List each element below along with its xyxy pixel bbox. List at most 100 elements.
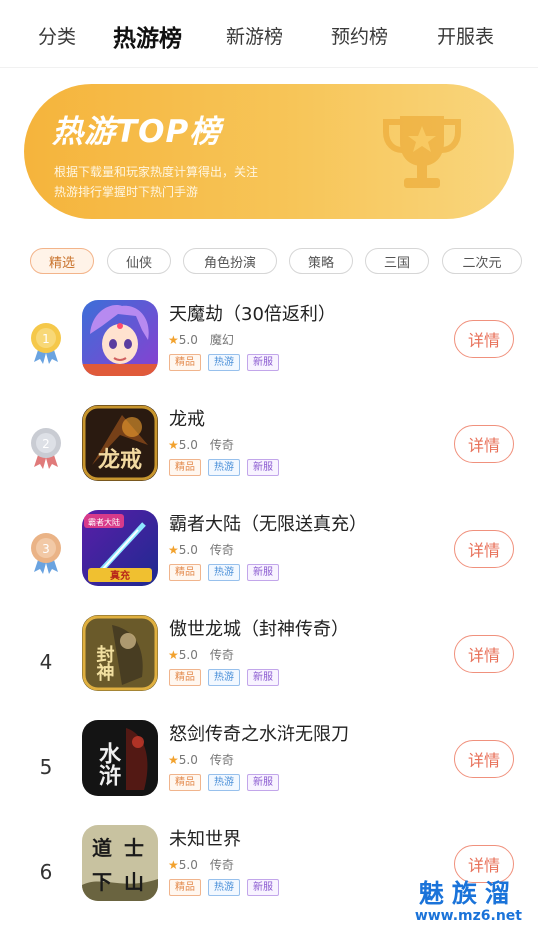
category-chip-row: 精选 仙侠 角色扮演 策略 三国 二次元 bbox=[30, 248, 538, 276]
icon-caption: 下 bbox=[92, 870, 112, 894]
chip-three-kingdoms[interactable]: 三国 bbox=[365, 248, 429, 274]
tag-quality: 精品 bbox=[169, 459, 201, 476]
game-tags: 精品 热游 新服 bbox=[169, 564, 279, 581]
star-icon: ★ bbox=[168, 438, 179, 452]
tab-category[interactable]: 分类 bbox=[38, 22, 76, 49]
silver-medal-icon: 2 bbox=[31, 428, 61, 469]
icon-caption: 道 bbox=[92, 836, 112, 860]
tab-reservation[interactable]: 预约榜 bbox=[331, 22, 388, 49]
watermark-url: www.mz6.net bbox=[414, 908, 522, 924]
game-name[interactable]: 未知世界 bbox=[169, 825, 241, 851]
game-score: 5.0 bbox=[178, 543, 198, 557]
game-genre: 传奇 bbox=[209, 753, 234, 767]
chip-xianxia[interactable]: 仙侠 bbox=[107, 248, 171, 274]
chip-rpg[interactable]: 角色扮演 bbox=[183, 248, 277, 274]
chip-strategy[interactable]: 策略 bbox=[289, 248, 353, 274]
icon-caption: 封神 bbox=[94, 644, 115, 682]
rank-number: 5 bbox=[39, 755, 53, 779]
tag-quality: 精品 bbox=[169, 669, 201, 686]
game-icon-art: 水浒 bbox=[82, 720, 158, 796]
tag-hot: 热游 bbox=[208, 564, 240, 581]
game-genre: 传奇 bbox=[209, 858, 234, 872]
chip-anime[interactable]: 二次元 bbox=[442, 248, 522, 274]
game-list-item[interactable]: 3 霸者大陆 真充 霸者大陆（无限送真充） ★5.0 传奇 精品 热游 新服 详情 bbox=[0, 510, 538, 614]
game-score: 5.0 bbox=[178, 648, 198, 662]
game-icon-art: 龙戒 bbox=[82, 405, 158, 481]
rank-number: 6 bbox=[39, 860, 53, 884]
tag-new-server: 新服 bbox=[247, 669, 279, 686]
game-name[interactable]: 怒剑传奇之水浒无限刀 bbox=[169, 720, 349, 746]
game-genre: 魔幻 bbox=[209, 333, 234, 347]
game-tags: 精品 热游 新服 bbox=[169, 669, 279, 686]
icon-caption: 龙戒 bbox=[98, 447, 142, 473]
game-icon-art: 道 士 下 山 bbox=[82, 825, 158, 901]
tag-quality: 精品 bbox=[169, 879, 201, 896]
tab-hot-games[interactable]: 热游榜 bbox=[113, 19, 182, 53]
game-tags: 精品 热游 新服 bbox=[169, 879, 279, 896]
game-meta: ★5.0 传奇 bbox=[168, 436, 234, 453]
game-icon[interactable]: 龙戒 bbox=[82, 405, 158, 481]
game-genre: 传奇 bbox=[209, 438, 234, 452]
game-icon[interactable]: 霸者大陆 真充 bbox=[82, 510, 158, 586]
detail-button[interactable]: 详情 bbox=[454, 635, 514, 673]
star-icon: ★ bbox=[168, 333, 179, 347]
icon-caption: 真充 bbox=[110, 569, 130, 582]
chip-featured[interactable]: 精选 bbox=[30, 248, 94, 274]
game-name[interactable]: 傲世龙城（封神传奇） bbox=[169, 615, 349, 641]
rank-number: 1 bbox=[42, 332, 50, 346]
game-name[interactable]: 霸者大陆（无限送真充） bbox=[169, 510, 367, 536]
game-list-item[interactable]: 4 封神 傲世龙城（封神传奇） ★5.0 传奇 精品 热游 新服 详情 bbox=[0, 615, 538, 719]
detail-button[interactable]: 详情 bbox=[454, 320, 514, 358]
game-list-item[interactable]: 1 天魔劫（30倍返利） ★5.0 魔幻 精品 热游 新服 详情 bbox=[0, 300, 538, 404]
banner-description: 根据下载量和玩家热度计算得出，关注 热游排行掌握时下热门手游 bbox=[54, 165, 259, 199]
game-list-item[interactable]: 5 水浒 怒剑传奇之水浒无限刀 ★5.0 传奇 精品 热游 新服 详情 bbox=[0, 720, 538, 824]
game-meta: ★5.0 魔幻 bbox=[168, 331, 234, 348]
game-meta: ★5.0 传奇 bbox=[168, 856, 234, 873]
star-icon: ★ bbox=[168, 543, 179, 557]
detail-button[interactable]: 详情 bbox=[454, 425, 514, 463]
tag-new-server: 新服 bbox=[247, 774, 279, 791]
tag-new-server: 新服 bbox=[247, 459, 279, 476]
watermark-text: 魅族溜 bbox=[418, 879, 518, 908]
tag-quality: 精品 bbox=[169, 354, 201, 371]
icon-caption: 水浒 bbox=[95, 742, 121, 786]
game-icon[interactable]: 水浒 bbox=[82, 720, 158, 796]
tab-server-schedule[interactable]: 开服表 bbox=[437, 22, 494, 49]
game-icon-art: 封神 bbox=[82, 615, 158, 691]
bronze-medal-icon: 3 bbox=[31, 533, 61, 574]
game-genre: 传奇 bbox=[209, 543, 234, 557]
tag-hot: 热游 bbox=[208, 774, 240, 791]
tag-quality: 精品 bbox=[169, 774, 201, 791]
game-meta: ★5.0 传奇 bbox=[168, 541, 234, 558]
game-list-item[interactable]: 2 龙戒 龙戒 ★5.0 传奇 精品 热游 新服 详情 bbox=[0, 405, 538, 509]
game-meta: ★5.0 传奇 bbox=[168, 751, 234, 768]
rank-number: 4 bbox=[39, 650, 53, 674]
site-watermark: 魅族溜 www.mz6.net bbox=[415, 874, 522, 924]
game-meta: ★5.0 传奇 bbox=[168, 646, 234, 663]
game-icon[interactable]: 道 士 下 山 bbox=[82, 825, 158, 901]
tab-new-games[interactable]: 新游榜 bbox=[226, 22, 283, 49]
rank-number: 2 bbox=[42, 437, 50, 451]
detail-button[interactable]: 详情 bbox=[454, 530, 514, 568]
trophy-icon bbox=[383, 116, 461, 188]
hot-top-banner: 热游TOP榜 根据下载量和玩家热度计算得出，关注 热游排行掌握时下热门手游 bbox=[24, 84, 514, 219]
tag-hot: 热游 bbox=[208, 354, 240, 371]
icon-caption: 士 bbox=[124, 836, 144, 860]
game-icon[interactable]: 封神 bbox=[82, 615, 158, 691]
tag-new-server: 新服 bbox=[247, 564, 279, 581]
icon-caption: 霸者大陆 bbox=[88, 517, 120, 527]
icon-caption: 山 bbox=[124, 870, 144, 894]
game-score: 5.0 bbox=[178, 438, 198, 452]
tag-hot: 热游 bbox=[208, 459, 240, 476]
game-genre: 传奇 bbox=[209, 648, 234, 662]
game-icon-art: 霸者大陆 真充 bbox=[82, 510, 158, 586]
banner-title: 热游TOP榜 bbox=[52, 114, 222, 150]
game-icon[interactable] bbox=[82, 300, 158, 376]
tag-hot: 热游 bbox=[208, 669, 240, 686]
game-tags: 精品 热游 新服 bbox=[169, 354, 279, 371]
game-name[interactable]: 龙戒 bbox=[169, 405, 205, 431]
game-tags: 精品 热游 新服 bbox=[169, 774, 279, 791]
detail-button[interactable]: 详情 bbox=[454, 740, 514, 778]
game-score: 5.0 bbox=[178, 858, 198, 872]
game-name[interactable]: 天魔劫（30倍返利） bbox=[169, 300, 336, 326]
